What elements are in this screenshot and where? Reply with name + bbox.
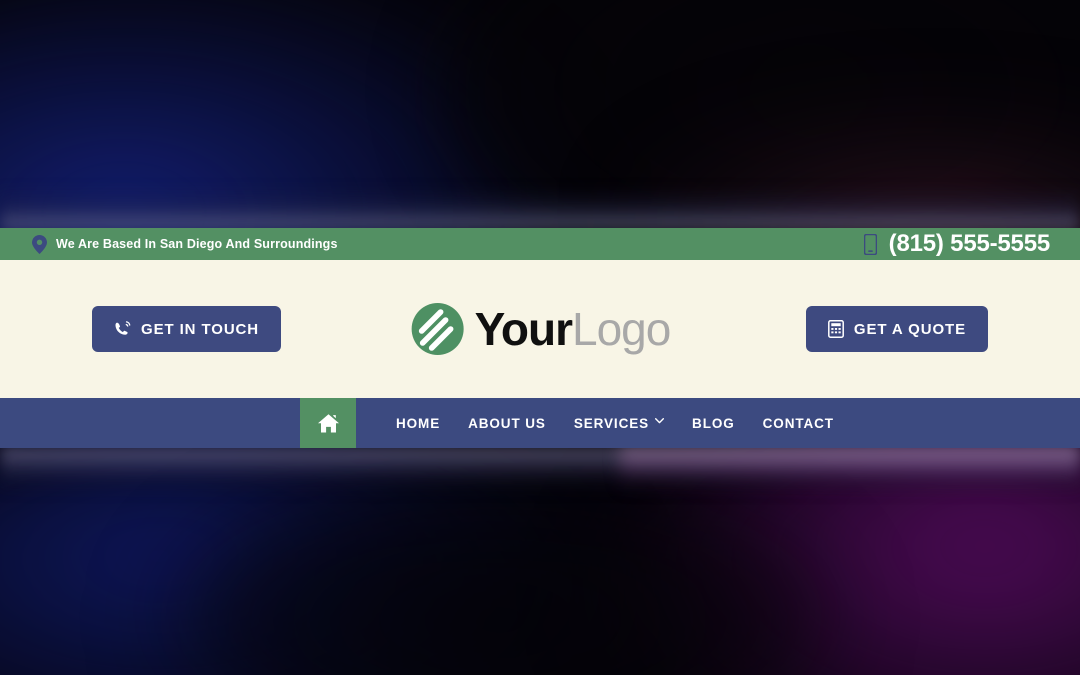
- background-glow-bottom-blue: [0, 430, 610, 675]
- green-circle-slashes-logo-icon: [410, 301, 466, 357]
- page-root: We Are Based In San Diego And Surroundin…: [0, 0, 1080, 675]
- background-glow-bottom-purple: [600, 420, 1080, 675]
- nav-item-blog[interactable]: BLOG: [678, 416, 749, 431]
- nav-item-contact[interactable]: CONTACT: [749, 416, 848, 431]
- nav-item-about-us-label: ABOUT US: [468, 415, 546, 431]
- site-header: We Are Based In San Diego And Surroundin…: [0, 228, 1080, 448]
- nav-item-services[interactable]: SERVICES: [560, 416, 678, 431]
- get-in-touch-button[interactable]: GET IN TOUCH: [92, 306, 282, 352]
- background-halo-below-header-purple: [620, 447, 1080, 493]
- location-info: We Are Based In San Diego And Surroundin…: [32, 234, 338, 254]
- logo-secondary-text: Logo: [572, 303, 671, 355]
- background-halo-below-header: [0, 447, 1080, 493]
- nav-item-contact-label: CONTACT: [762, 415, 834, 431]
- location-text: We Are Based In San Diego And Surroundin…: [56, 237, 338, 251]
- nav-item-about-us[interactable]: ABOUT US: [454, 416, 560, 431]
- background-halo-above-header: [0, 188, 1080, 230]
- phone-call-icon: [114, 320, 131, 338]
- logo-primary-text: Your: [474, 303, 573, 355]
- nav-item-home-label: HOME: [396, 415, 441, 431]
- nav-item-home[interactable]: HOME: [382, 416, 454, 431]
- get-a-quote-button[interactable]: GET A QUOTE: [805, 306, 988, 352]
- nav-item-services-label: SERVICES: [573, 415, 650, 431]
- get-in-touch-label: GET IN TOUCH: [141, 320, 260, 338]
- chevron-down-icon: [655, 417, 665, 427]
- header-main-band: GET IN TOUCH YourLogo GET A QUOTE: [0, 260, 1080, 398]
- nav-item-blog-label: BLOG: [692, 415, 735, 431]
- logo-wordmark: YourLogo: [474, 303, 672, 355]
- nav-links: HOME ABOUT US SERVICES BLOG CONTACT: [356, 398, 848, 448]
- nav-home-tile[interactable]: [300, 398, 356, 448]
- site-logo[interactable]: YourLogo: [410, 301, 671, 357]
- main-navigation-bar: HOME ABOUT US SERVICES BLOG CONTACT: [0, 398, 1080, 448]
- get-a-quote-label: GET A QUOTE: [853, 320, 966, 338]
- map-pin-icon: [32, 234, 47, 254]
- background-glow-bottom-dark: [160, 470, 840, 675]
- top-info-bar: We Are Based In San Diego And Surroundin…: [0, 228, 1080, 260]
- phone-number[interactable]: (815) 555-5555: [889, 230, 1051, 258]
- mobile-phone-icon: [863, 233, 877, 255]
- nav-inner: HOME ABOUT US SERVICES BLOG CONTACT: [300, 398, 848, 448]
- home-icon: [317, 413, 340, 434]
- calculator-icon: [827, 320, 844, 338]
- phone-info[interactable]: (815) 555-5555: [863, 230, 1051, 258]
